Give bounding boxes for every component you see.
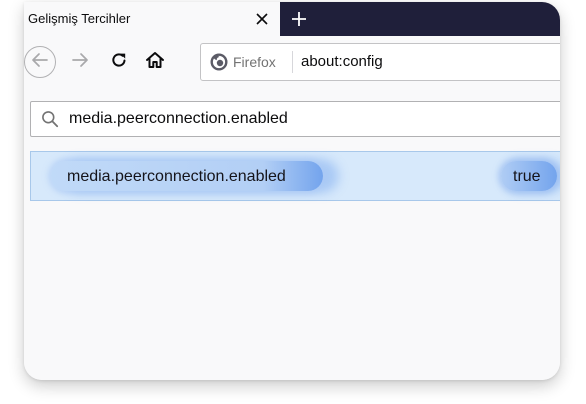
close-icon[interactable] [250, 7, 274, 31]
nav-toolbar: Firefox about:config [24, 36, 560, 88]
preference-row[interactable]: media.peerconnection.enabled true [30, 151, 560, 201]
preference-value[interactable]: true [513, 168, 541, 186]
arrow-left-icon [31, 51, 49, 74]
plus-icon[interactable] [286, 6, 312, 32]
reload-icon [110, 51, 128, 74]
identity-box[interactable]: Firefox [201, 44, 293, 80]
forward-button[interactable] [64, 46, 96, 78]
browser-window: Gelişmiş Tercihler Firefox about:config … [24, 2, 560, 380]
home-button[interactable] [139, 46, 171, 78]
reload-button[interactable] [103, 46, 135, 78]
search-icon [41, 110, 59, 128]
tab-strip: Gelişmiş Tercihler [24, 2, 560, 36]
about-config-page: media.peerconnection.enabled media.peerc… [24, 88, 560, 380]
preference-name: media.peerconnection.enabled [67, 168, 286, 185]
firefox-icon [210, 53, 228, 71]
arrow-right-icon [71, 51, 89, 74]
url-text: about:config [301, 53, 383, 70]
search-input-value: media.peerconnection.enabled [69, 110, 288, 127]
url-separator [292, 51, 293, 73]
url-bar[interactable]: Firefox about:config [200, 43, 560, 81]
preference-search-input[interactable]: media.peerconnection.enabled [30, 101, 560, 137]
identity-label: Firefox [233, 54, 276, 70]
home-icon [145, 50, 165, 75]
back-button[interactable] [24, 46, 56, 78]
tab-advanced-preferences[interactable]: Gelişmiş Tercihler [24, 2, 280, 36]
tab-title: Gelişmiş Tercihler [28, 11, 131, 26]
